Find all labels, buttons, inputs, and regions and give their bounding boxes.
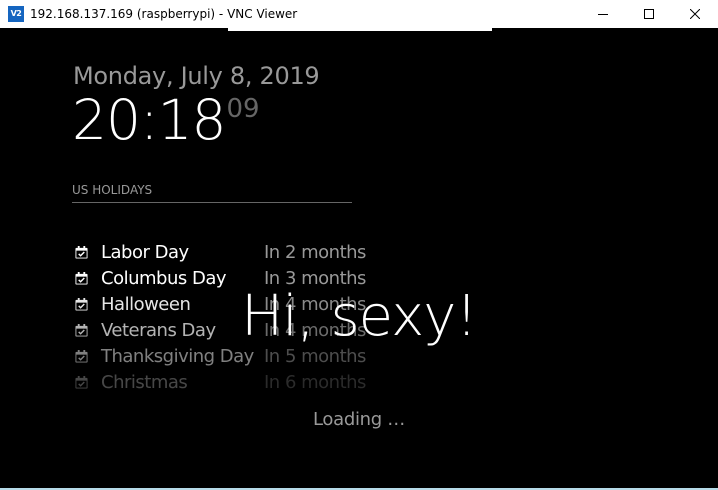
calendar-check-icon [75, 246, 88, 259]
title-bar[interactable]: V2 192.168.137.169 (raspberrypi) - VNC V… [0, 0, 718, 28]
holiday-item: Thanksgiving Day In 5 months [72, 346, 366, 372]
holiday-item: Labor Day In 2 months [72, 242, 366, 268]
vnc-toolbar-handle[interactable] [228, 28, 492, 31]
clock-time: 20:1809 [72, 88, 260, 152]
holiday-time: In 2 months [264, 242, 366, 263]
close-button[interactable] [672, 0, 718, 28]
clock-hours-minutes: 20:18 [72, 88, 227, 152]
clock-seconds: 09 [226, 94, 260, 124]
holiday-item: Christmas In 6 months [72, 372, 366, 398]
holiday-name: Labor Day [101, 242, 189, 263]
clock-date: Monday, July 8, 2019 [73, 62, 320, 90]
compliment-text: Hi, sexy! [241, 284, 478, 349]
maximize-button[interactable] [626, 0, 672, 28]
vnc-viewer-app-icon[interactable]: V2 [8, 6, 24, 22]
window-title: 192.168.137.169 (raspberrypi) - VNC View… [30, 7, 298, 21]
holiday-name: Christmas [101, 372, 188, 393]
minimize-icon [598, 14, 608, 15]
window-controls [580, 0, 718, 28]
vnc-viewer-window: V2 192.168.137.169 (raspberrypi) - VNC V… [0, 0, 718, 490]
holidays-header: US HOLIDAYS [72, 183, 352, 203]
loading-text: Loading … [312, 409, 406, 430]
holiday-time: In 6 months [264, 372, 366, 393]
maximize-icon [644, 9, 654, 19]
holiday-time: In 5 months [264, 346, 366, 367]
close-icon [690, 9, 700, 19]
holiday-name: Thanksgiving Day [101, 346, 254, 367]
calendar-check-icon [75, 350, 88, 363]
minimize-button[interactable] [580, 0, 626, 28]
calendar-check-icon [75, 376, 88, 389]
